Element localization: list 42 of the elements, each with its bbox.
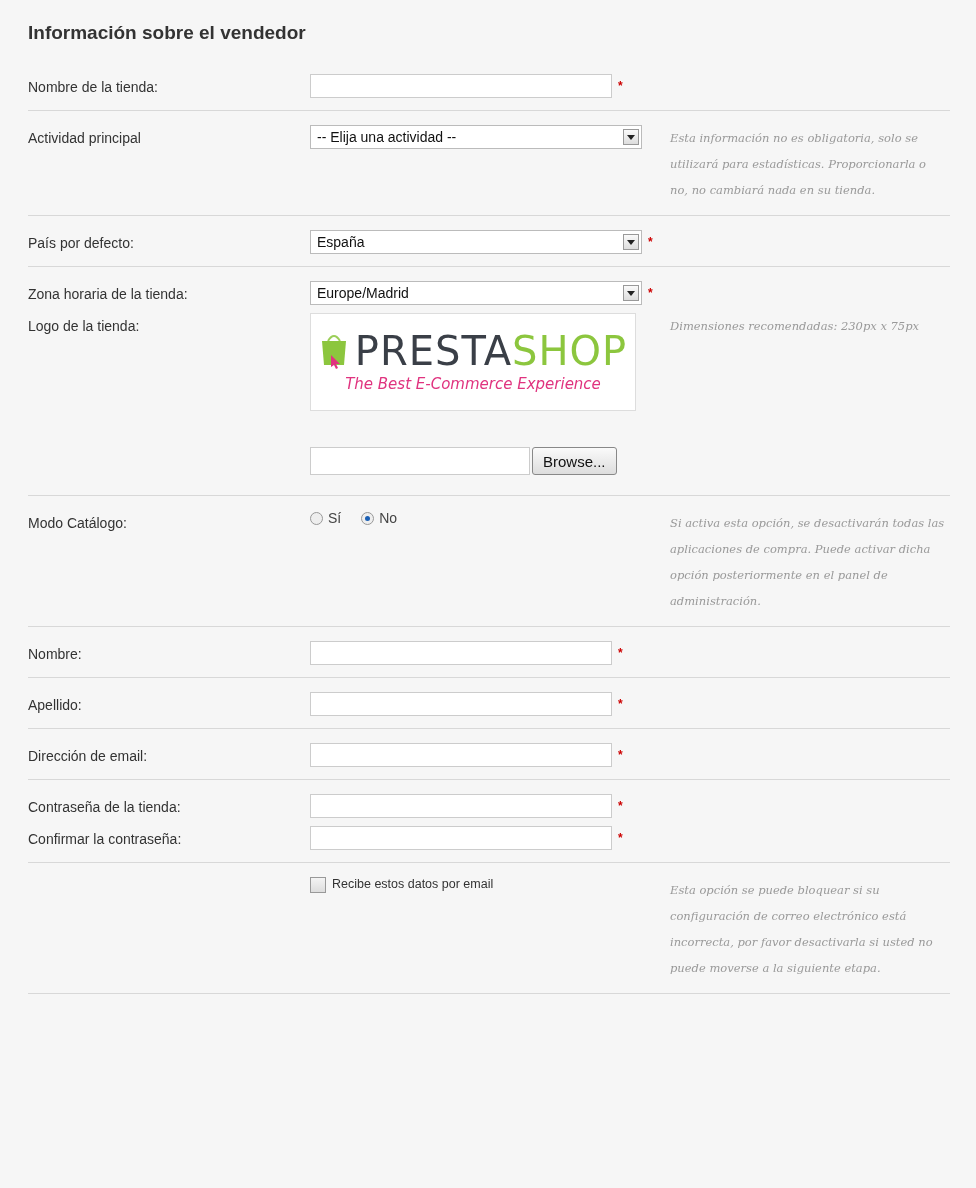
text-field[interactable] — [310, 74, 612, 98]
radio-option[interactable]: Sí — [310, 510, 342, 526]
field-label: Contraseña de la tienda: — [28, 798, 182, 815]
checkbox-option[interactable]: Recibe estos datos por email — [310, 877, 670, 893]
text-field[interactable] — [310, 692, 612, 716]
dropdown[interactable]: España — [310, 230, 642, 254]
help-text: Esta información no es obligatoria, solo se utilizará para estadísticas. Proporcionarla o no, no cambiará nada en su tienda. — [670, 130, 927, 199]
required-mark: * — [618, 748, 623, 762]
help-text: Si activa esta opción, se desactivarán todas las aplicaciones de compra. Puede activar dicha opción posteriormente en el panel de administración. — [670, 515, 946, 610]
shop-logo: PRESTASHOP The Best E-Commerce Experience — [310, 313, 636, 411]
required-mark: * — [618, 799, 623, 813]
help-text: Dimensiones recomendadas: 230px x 75px — [670, 318, 920, 335]
dropdown[interactable]: Europe/Madrid — [310, 281, 642, 305]
browse-button[interactable]: Browse... — [532, 447, 617, 475]
field-label: Modo Catálogo: — [28, 514, 128, 531]
required-mark: * — [618, 79, 623, 93]
field-label: Nombre: — [28, 645, 83, 662]
field-label: Logo de la tienda: — [28, 317, 141, 334]
required-mark: * — [618, 831, 623, 845]
required-mark: * — [648, 235, 653, 249]
field-label: Nombre de la tienda: — [28, 78, 159, 95]
radio-button[interactable] — [361, 511, 375, 525]
required-mark: * — [618, 646, 623, 660]
file-path-field[interactable] — [310, 447, 530, 475]
radio-option[interactable]: No — [361, 510, 398, 526]
text-field[interactable] — [310, 794, 612, 818]
field-label: Apellido: — [28, 696, 83, 713]
required-mark: * — [618, 697, 623, 711]
field-label: País por defecto: — [28, 234, 135, 251]
radio-button[interactable] — [310, 511, 323, 525]
field-label: Actividad principal — [28, 129, 142, 146]
checkbox[interactable] — [310, 877, 326, 893]
field-label: Zona horaria de la tienda: — [28, 285, 189, 302]
section-title: Información sobre el vendedor — [28, 22, 307, 44]
dropdown[interactable]: -- Elija una actividad -- — [310, 125, 642, 149]
help-text: Esta opción se puede bloquear si su configuración de correo electrónico está incorrecta, por favor desactivarla si usted no puede moverse a la siguiente etapa. — [670, 882, 934, 977]
field-label: Confirmar la contraseña: — [28, 830, 183, 847]
field-label: Dirección de email: — [28, 747, 149, 764]
text-field[interactable] — [310, 826, 612, 850]
text-field[interactable] — [310, 743, 612, 767]
text-field[interactable] — [310, 641, 612, 665]
required-mark: * — [648, 286, 653, 300]
